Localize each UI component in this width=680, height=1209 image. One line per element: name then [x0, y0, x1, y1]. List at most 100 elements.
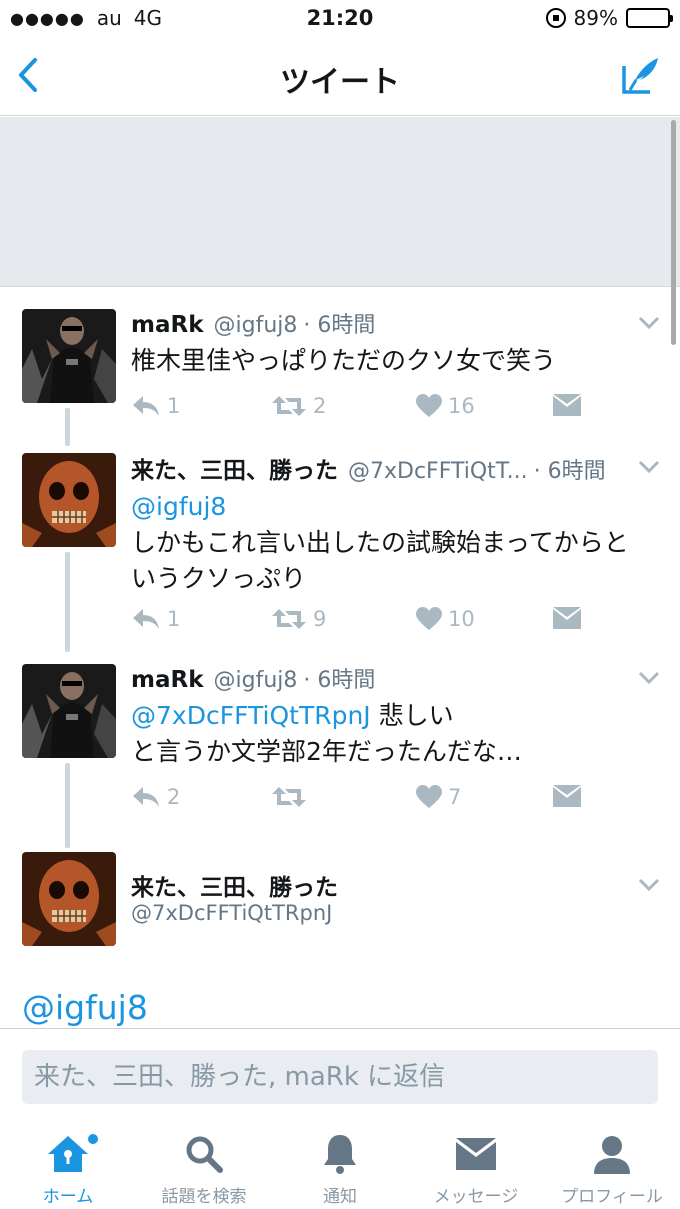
tweet-body: 来た、三田、勝った @7xDcFFTiQtT... · 6時間 @igfuj8 … — [131, 451, 630, 597]
tweet-time: · 6時間 — [303, 668, 376, 693]
thread-connector — [65, 408, 70, 446]
status-right: 89% — [545, 6, 673, 30]
retweet-count: 2 — [313, 394, 327, 418]
tab-label: メッセージ — [433, 1187, 519, 1207]
reply-count: 1 — [167, 394, 181, 418]
tab-home[interactable]: ホーム — [0, 1132, 136, 1207]
avatar-image — [22, 453, 116, 547]
reply-bar: 来た、三田、勝った, maRk に返信 — [0, 1028, 680, 1120]
tweet-thread: maRk @igfuj8 · 6時間 椎木里佳やっぱりただのクソ女で笑う 1 2… — [0, 288, 680, 1028]
like-count: 16 — [448, 394, 475, 418]
tweet-text: @igfuj8 しかもこれ言い出したの試験始まってからというクソっぷり — [131, 489, 630, 597]
direct-message-button[interactable] — [553, 394, 581, 418]
reply-input[interactable]: 来た、三田、勝った, maRk に返信 — [22, 1050, 658, 1104]
chevron-down-icon[interactable] — [638, 671, 660, 685]
envelope-icon — [456, 1138, 496, 1170]
author-handle[interactable]: @7xDcFFTiQtT... — [348, 459, 528, 484]
tweet-text-line2: と言うか文学部2年だったんだな… — [131, 737, 522, 766]
author-handle[interactable]: @igfuj8 — [214, 313, 298, 338]
like-button[interactable]: 10 — [416, 607, 475, 631]
tweet-header: 来た、三田、勝った @7xDcFFTiQtT... · 6時間 — [131, 451, 630, 485]
reply-button[interactable]: 1 — [131, 394, 180, 418]
tweet-text: 椎木里佳やっぱりただのクソ女で笑う — [131, 346, 557, 375]
avatar[interactable] — [22, 852, 116, 946]
home-icon — [48, 1136, 88, 1172]
direct-message-button[interactable] — [553, 607, 581, 631]
reply-icon — [133, 396, 159, 416]
reply-button[interactable]: 2 — [131, 785, 180, 809]
reply-icon — [133, 787, 159, 807]
chevron-down-icon[interactable] — [638, 316, 660, 330]
tweet-body: maRk @igfuj8 · 6時間 @7xDcFFTiQtTRpnJ 悲しい … — [131, 662, 630, 770]
focus-author-handle[interactable]: @7xDcFFTiQtTRpnJ — [131, 901, 332, 925]
avatar[interactable] — [22, 664, 116, 758]
direct-message-button[interactable] — [553, 785, 581, 809]
avatar-image — [22, 309, 116, 403]
avatar[interactable] — [22, 453, 116, 547]
heart-icon — [416, 394, 442, 417]
tweet-text-body: しかもこれ言い出したの試験始まってからというクソっぷり — [131, 528, 629, 593]
battery-percent: 89% — [573, 6, 618, 30]
tweet-actions: 2 7 — [131, 785, 591, 815]
reply-button[interactable]: 1 — [131, 607, 180, 631]
retweet-button[interactable]: 2 — [271, 394, 326, 418]
avatar[interactable] — [22, 309, 116, 403]
thread-connector — [65, 763, 70, 848]
tweet-actions: 1 9 10 — [131, 607, 591, 637]
envelope-icon — [553, 394, 581, 416]
person-icon — [594, 1136, 630, 1174]
envelope-icon — [553, 785, 581, 807]
reply-icon — [133, 609, 159, 629]
like-button[interactable]: 16 — [416, 394, 475, 418]
tweet-header: maRk @igfuj8 · 6時間 — [131, 662, 630, 694]
like-count: 7 — [448, 785, 462, 809]
avatar-image — [22, 852, 116, 946]
retweet-button[interactable]: 9 — [271, 607, 326, 631]
mention-link[interactable]: @7xDcFFTiQtTRpnJ — [131, 701, 371, 730]
reply-count: 2 — [167, 785, 181, 809]
retweet-icon — [272, 609, 306, 629]
tab-profile[interactable]: プロフィール — [544, 1132, 680, 1207]
tab-label: 通知 — [323, 1187, 357, 1207]
heart-icon — [416, 785, 442, 808]
compose-tweet-icon — [622, 58, 658, 94]
chevron-down-icon[interactable] — [638, 878, 660, 892]
like-button[interactable]: 7 — [416, 785, 461, 809]
author-name[interactable]: maRk — [131, 667, 204, 693]
like-count: 10 — [448, 607, 475, 631]
tweet-time: · 6時間 — [533, 459, 606, 484]
retweet-button[interactable] — [271, 785, 313, 809]
search-icon — [186, 1136, 223, 1173]
focus-tweet-mention[interactable]: @igfuj8 — [22, 988, 148, 1027]
media-placeholder — [0, 117, 680, 287]
focus-author-name[interactable]: 来た、三田、勝った — [131, 868, 338, 902]
tab-bar: ホーム 話題を検索 通知 メッセージ プロフィール — [0, 1120, 680, 1209]
retweet-icon — [272, 396, 306, 416]
tab-label: ホーム — [42, 1187, 94, 1207]
reply-count: 1 — [167, 607, 181, 631]
author-handle[interactable]: @igfuj8 — [214, 668, 298, 693]
bell-icon — [324, 1135, 356, 1174]
chevron-down-icon[interactable] — [638, 460, 660, 474]
author-name[interactable]: 来た、三田、勝った — [131, 451, 338, 485]
tweet-time: · 6時間 — [303, 313, 376, 338]
tweet-header: maRk @igfuj8 · 6時間 — [131, 307, 630, 339]
mention-link[interactable]: @igfuj8 — [131, 492, 226, 521]
battery-icon — [626, 8, 673, 28]
tab-messages[interactable]: メッセージ — [408, 1132, 544, 1207]
tab-label: プロフィール — [561, 1187, 663, 1207]
compose-tweet-button[interactable] — [620, 54, 662, 96]
rotation-lock-icon — [545, 8, 566, 28]
envelope-icon — [553, 607, 581, 629]
tweet-text-body: 悲しい — [378, 701, 454, 730]
new-content-badge — [88, 1134, 98, 1144]
tweet-body: maRk @igfuj8 · 6時間 椎木里佳やっぱりただのクソ女で笑う — [131, 307, 630, 379]
tweet-text: @7xDcFFTiQtTRpnJ 悲しい と言うか文学部2年だったんだな… — [131, 698, 630, 770]
page-title: ツイート — [280, 65, 400, 100]
tweet-actions: 1 2 16 — [131, 394, 591, 424]
author-name[interactable]: maRk — [131, 312, 204, 338]
tab-notifications[interactable]: 通知 — [272, 1132, 408, 1207]
avatar-image — [22, 664, 116, 758]
status-bar: ●●●●● au 4G 21:20 89% — [0, 0, 680, 38]
tab-search[interactable]: 話題を検索 — [136, 1132, 272, 1207]
